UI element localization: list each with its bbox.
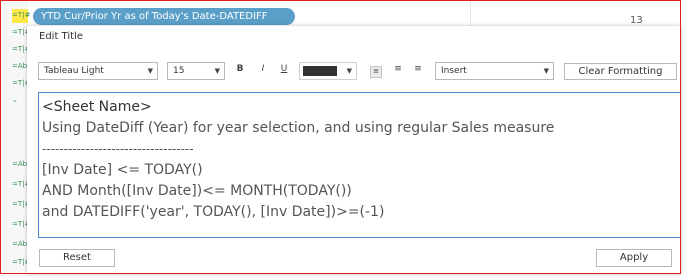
bold-button[interactable]: B — [234, 64, 246, 74]
chevron-down-icon: ▼ — [543, 67, 549, 75]
worksheet-header — [470, 0, 681, 26]
clear-formatting-button[interactable]: Clear Formatting — [564, 63, 677, 80]
format-toolbar: Tableau Light ▼ 15 ▼ B I U ▼ ≡ ≡ ≡ Inser… — [27, 62, 681, 84]
chevron-down-icon: ▼ — [147, 67, 153, 75]
row-number: 13 — [630, 15, 643, 26]
chevron-down-icon[interactable]: ⌄ — [12, 96, 18, 104]
chevron-down-icon: ▼ — [346, 67, 352, 75]
editor-line: and DATEDIFF('year', TODAY(), [Inv Date]… — [42, 204, 385, 220]
text-color-swatch — [303, 66, 337, 76]
editor-line: Using DateDiff (Year) for year selection… — [42, 120, 555, 136]
underline-button[interactable]: U — [278, 64, 290, 74]
font-size-value: 15 — [173, 66, 185, 76]
dialog-title: Edit Title — [39, 31, 83, 42]
align-left-icon[interactable]: ≡ — [370, 66, 382, 78]
font-family-value: Tableau Light — [44, 66, 104, 76]
title-text-editor[interactable]: <Sheet Name> Using DateDiff (Year) for y… — [38, 92, 681, 238]
chevron-down-icon: ▼ — [214, 67, 220, 75]
align-center-icon[interactable]: ≡ — [392, 64, 404, 74]
align-right-icon[interactable]: ≡ — [412, 64, 424, 74]
edit-title-dialog: Edit Title Tableau Light ▼ 15 ▼ B I U ▼ … — [27, 26, 681, 274]
editor-line: <Sheet Name> — [42, 99, 152, 115]
field-icon[interactable]: =T|# — [12, 11, 30, 19]
insert-select[interactable]: Insert ▼ — [435, 62, 554, 80]
calculated-field-pill[interactable]: YTD Cur/Prior Yr as of Today's Date-DATE… — [33, 8, 295, 25]
font-family-select[interactable]: Tableau Light ▼ — [38, 62, 158, 80]
editor-line: AND Month([Inv Date])<= MONTH(TODAY()) — [42, 183, 352, 199]
italic-button[interactable]: I — [257, 64, 269, 74]
data-pane — [0, 0, 28, 276]
editor-line: [Inv Date] <= TODAY() — [42, 162, 203, 178]
apply-button[interactable]: Apply — [596, 249, 672, 267]
reset-button[interactable]: Reset — [39, 249, 115, 267]
editor-line: ----------------------------------- — [42, 142, 194, 156]
font-size-select[interactable]: 15 ▼ — [167, 62, 225, 80]
insert-label: Insert — [441, 66, 467, 76]
